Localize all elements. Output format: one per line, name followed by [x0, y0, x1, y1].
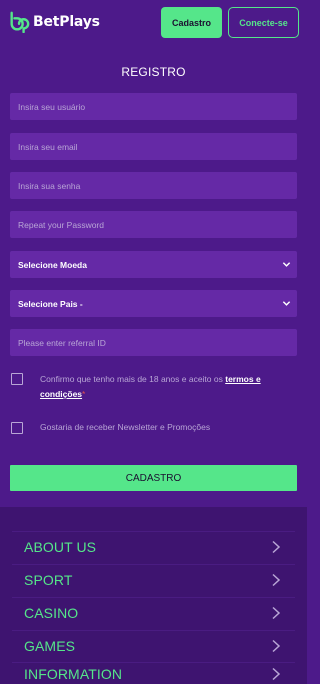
email-input[interactable] [18, 141, 297, 152]
brand-name: BetPlays [33, 14, 100, 30]
footer-item-information[interactable]: INFORMATION [12, 662, 295, 684]
footer-item-about-us[interactable]: ABOUT US [12, 531, 295, 562]
currency-select[interactable]: Selecione Moeda [10, 251, 297, 278]
footer-item-label: GAMES [24, 638, 76, 654]
country-select-value: Selecione Pais - [18, 298, 83, 309]
email-field[interactable] [10, 133, 297, 160]
submit-cadastro-button[interactable]: CADASTRO [10, 465, 297, 491]
footer-menu: ABOUT US SPORT CASINO GAMES INFORMATION [0, 507, 307, 684]
terms-label: Confirmo que tenho mais de 18 anos e ace… [40, 374, 226, 384]
newsletter-checkbox[interactable] [11, 422, 23, 434]
password-field[interactable] [10, 172, 297, 199]
chevron-right-icon [272, 667, 281, 680]
chevron-right-icon [272, 573, 281, 587]
chevron-right-icon [272, 606, 281, 620]
terms-row: Confirmo que tenho mais de 18 anos e ace… [11, 372, 285, 402]
chevron-down-icon [282, 301, 291, 306]
footer-item-label: INFORMATION [24, 665, 123, 682]
login-button[interactable]: Conecte-se [228, 7, 299, 38]
currency-select-value: Selecione Moeda [18, 259, 87, 270]
username-field[interactable] [10, 93, 297, 120]
referral-field[interactable] [10, 329, 297, 356]
chevron-right-icon [272, 540, 281, 554]
form-title: REGISTRO [121, 65, 186, 79]
footer-item-label: ABOUT US [24, 539, 97, 555]
terms-checkbox[interactable] [11, 373, 23, 385]
chevron-down-icon [282, 262, 291, 267]
required-mark: * [82, 389, 86, 399]
site-header: BetPlays Cadastro Conecte-se [0, 0, 307, 46]
repeat-password-input[interactable] [18, 219, 297, 230]
footer-item-games[interactable]: GAMES [12, 630, 295, 661]
footer-item-label: CASINO [24, 605, 79, 621]
country-select[interactable]: Selecione Pais - [10, 290, 297, 317]
brand-logo[interactable]: BetPlays [8, 11, 100, 33]
newsletter-label: Gostaria de receber Newsletter e Promoçõ… [40, 422, 211, 432]
password-input[interactable] [18, 180, 297, 191]
cadastro-button[interactable]: Cadastro [161, 7, 222, 38]
footer-item-sport[interactable]: SPORT [12, 564, 295, 595]
betplays-logo-icon [10, 11, 30, 33]
chevron-right-icon [272, 639, 281, 653]
referral-input[interactable] [18, 337, 297, 348]
terms-text: Confirmo que tenho mais de 18 anos e ace… [40, 372, 285, 402]
footer-item-label: SPORT [24, 572, 73, 588]
newsletter-row: Gostaria de receber Newsletter e Promoçõ… [11, 420, 285, 435]
footer-item-casino[interactable]: CASINO [12, 597, 295, 628]
repeat-password-field[interactable] [10, 211, 297, 238]
username-input[interactable] [18, 101, 297, 112]
